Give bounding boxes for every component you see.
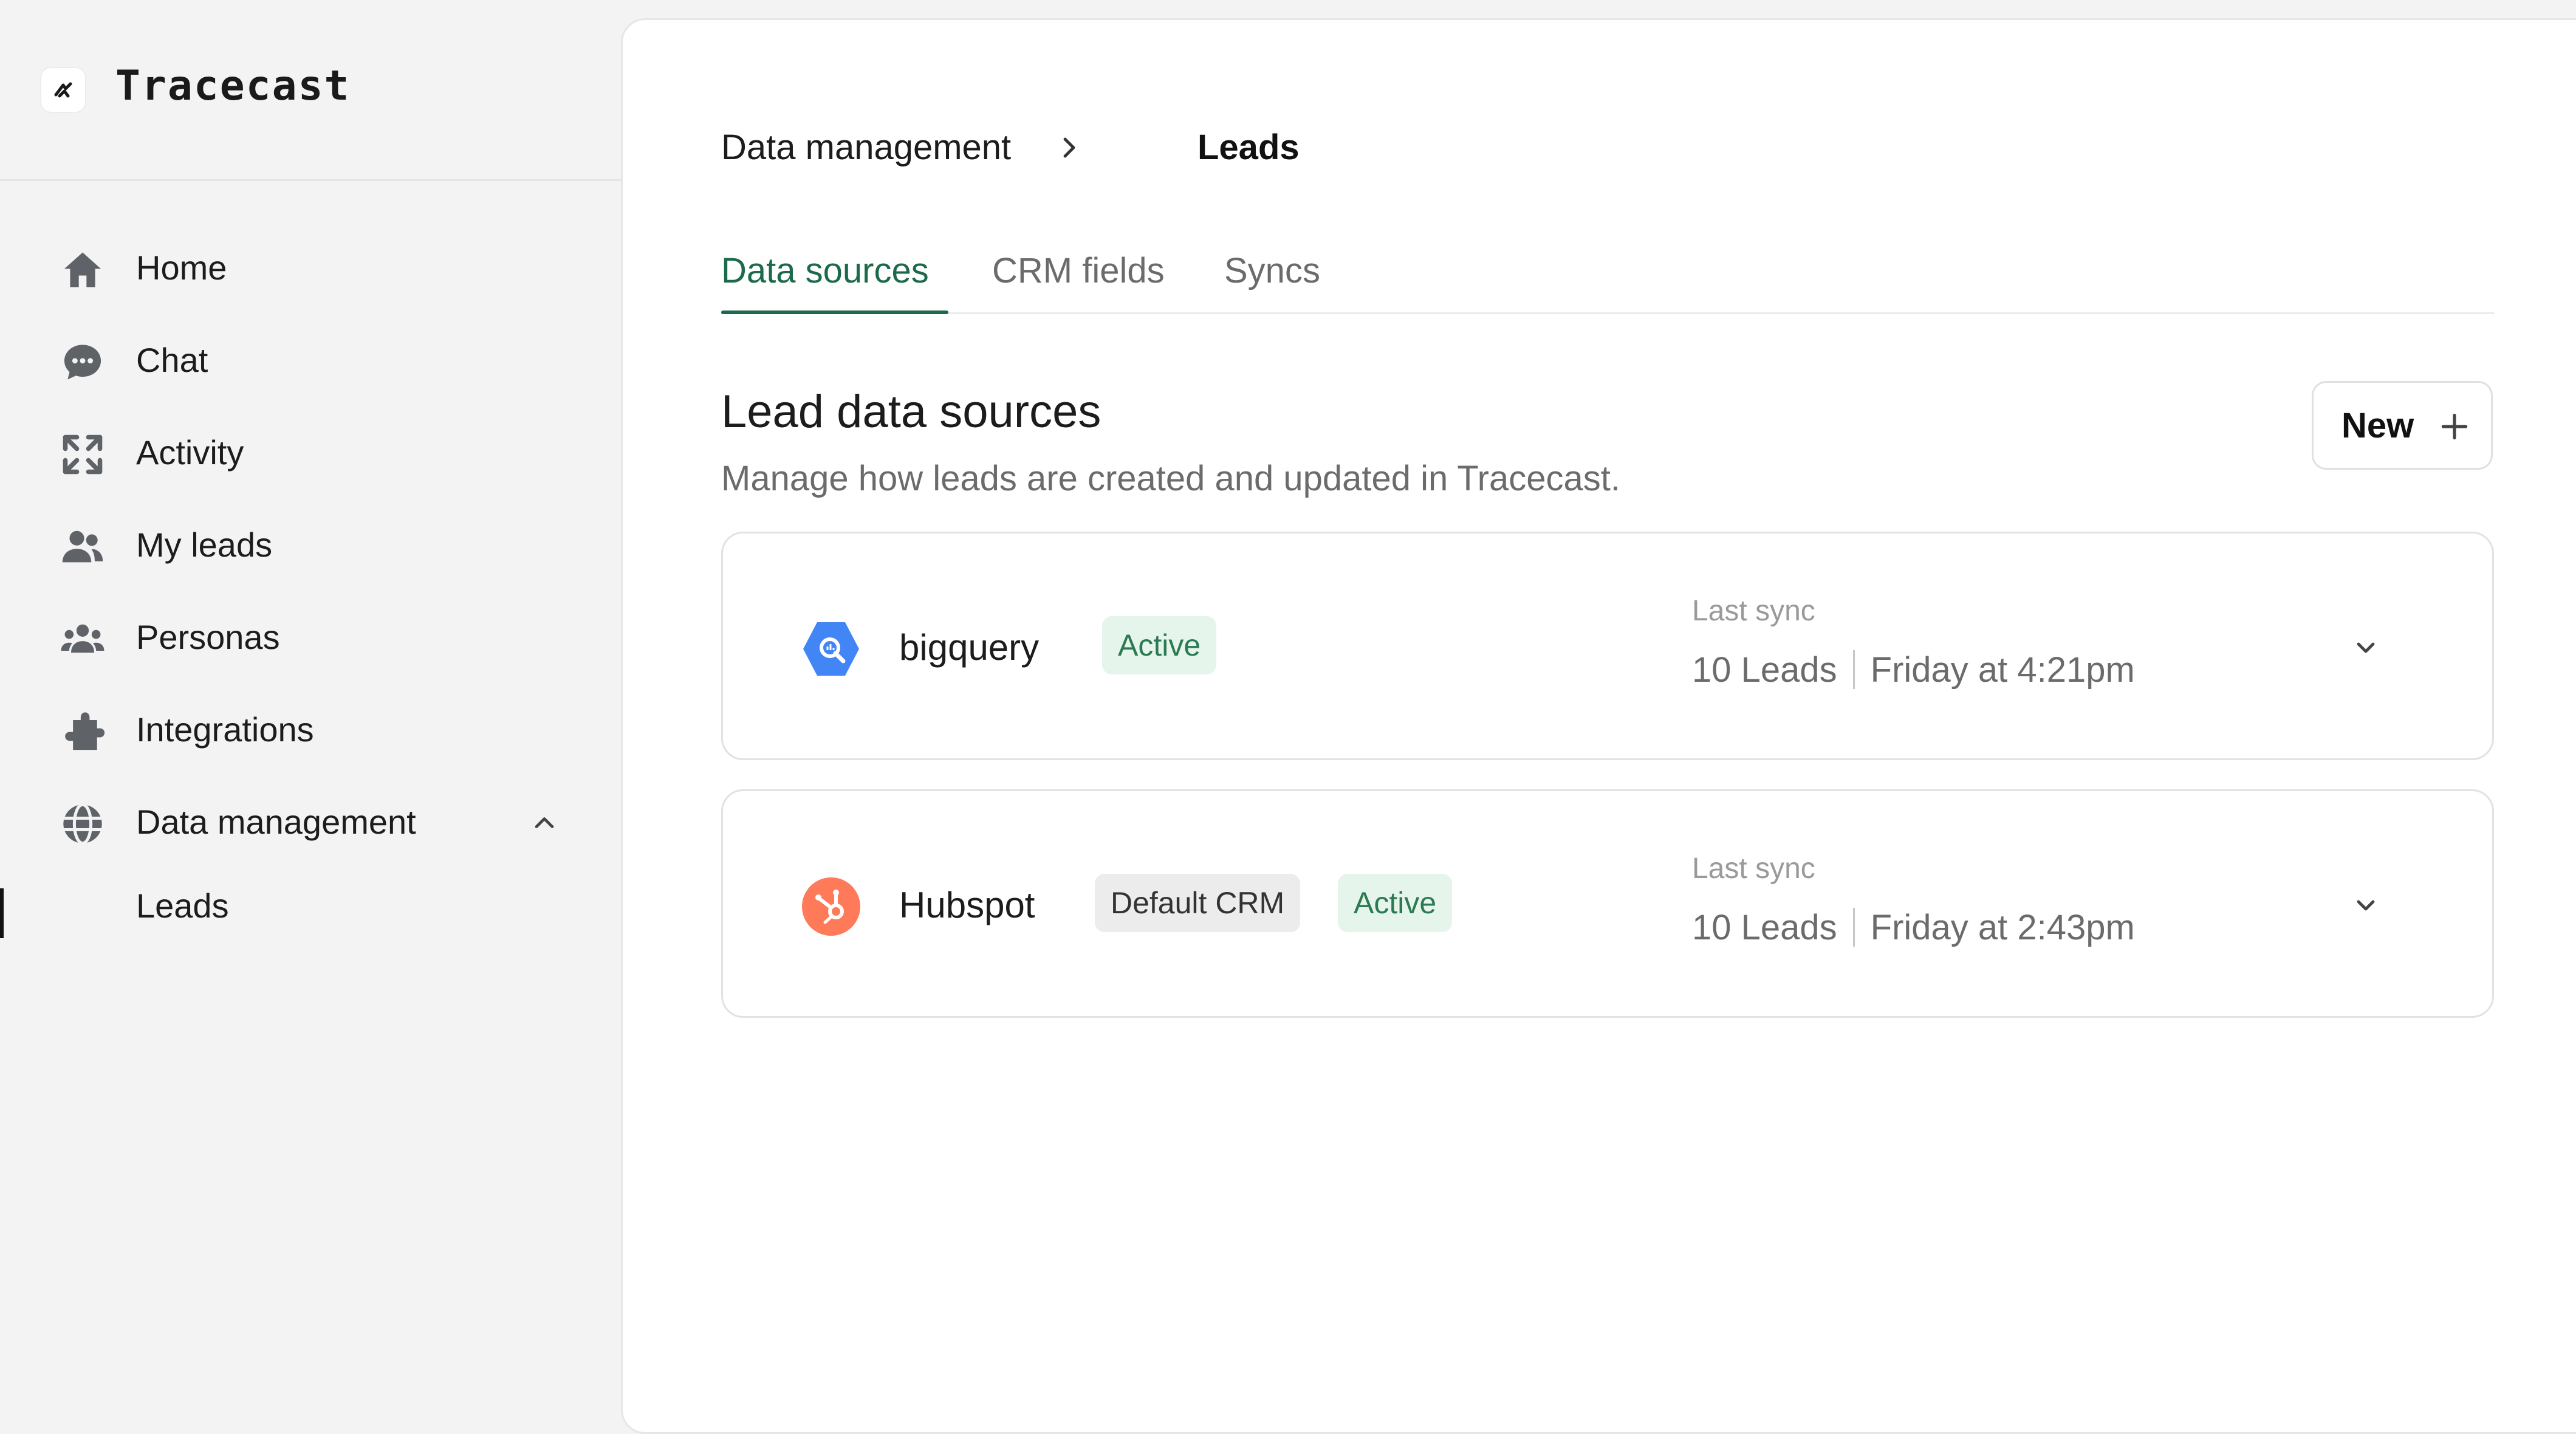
globe-icon [63,803,102,845]
bigquery-icon [803,622,859,676]
sidebar-item-label: Integrations [136,710,314,749]
sidebar: Tracecast Home Chat Activity My leads Pe… [0,0,621,1398]
sidebar-item-integrations[interactable]: Integrations [0,691,621,764]
chevron-up-icon[interactable] [529,807,560,839]
tab-data-sources[interactable]: Data sources [721,250,929,292]
status-badge: Active [1102,616,1217,674]
tab-syncs[interactable]: Syncs [1224,250,1320,292]
puzzle-icon [65,712,105,750]
sidebar-item-label: Data management [136,803,416,841]
sidebar-item-chat[interactable]: Chat [0,322,621,395]
brand-header: Tracecast [0,0,621,181]
source-card-hubspot[interactable]: Hubspot Default CRM Active Last sync 10 … [721,789,2494,1018]
users-icon [62,530,103,563]
sidebar-item-label: Chat [136,341,208,379]
last-sync-value: 10 Leads Friday at 4:21pm [1692,649,2135,691]
sidebar-item-personas[interactable]: Personas [0,599,621,672]
sidebar-item-label: Activity [136,433,244,472]
chevron-down-icon[interactable] [2351,633,2380,662]
source-name: bigquery [899,627,1040,668]
source-card-bigquery[interactable]: bigquery Active Last sync 10 Leads Friday… [721,532,2494,760]
section-subtitle: Manage how leads are created and updated… [721,459,1620,498]
personas-icon [61,624,104,653]
new-button-label: New [2341,406,2414,445]
activity-icon [63,434,103,475]
chat-icon [64,345,101,380]
active-indicator [0,888,4,938]
sidebar-item-label: Personas [136,618,280,656]
sidebar-item-activity[interactable]: Activity [0,414,621,487]
sidebar-item-leads[interactable]: Leads [0,870,621,943]
plus-icon [2441,413,2468,440]
breadcrumb-parent-link[interactable]: Data management [721,123,1011,172]
chevron-right-icon [1063,137,1075,158]
last-sync-count: 10 Leads [1692,908,1837,947]
tracecast-logo-icon [41,68,85,112]
divider [1852,908,1855,947]
last-sync-label: Last sync [1692,853,1815,885]
hubspot-icon [802,877,860,936]
new-source-button[interactable]: New [2312,381,2493,470]
tab-bar: Data sources CRM fields Syncs [721,227,2494,314]
last-sync-time: Friday at 2:43pm [1870,908,2135,947]
sidebar-item-label: Leads [136,887,229,925]
last-sync-value: 10 Leads Friday at 2:43pm [1692,907,2135,949]
sidebar-item-data-management[interactable]: Data management [0,784,621,857]
source-name: Hubspot [899,885,1035,925]
last-sync-count: 10 Leads [1692,650,1837,690]
sidebar-item-my-leads[interactable]: My leads [0,507,621,580]
default-crm-badge: Default CRM [1095,874,1301,932]
main-panel: Data management Leads Data sources CRM f… [621,18,2576,1434]
app-name: Tracecast [115,62,351,110]
active-tab-indicator [721,310,948,314]
section-title: Lead data sources [721,386,1101,437]
chevron-down-icon[interactable] [2351,891,2380,920]
last-sync-label: Last sync [1692,595,1815,627]
breadcrumb-current: Leads [1197,128,1300,167]
sidebar-item-home[interactable]: Home [0,230,621,303]
home-icon [64,252,101,287]
tab-crm-fields[interactable]: CRM fields [992,250,1165,292]
sidebar-item-label: Home [136,249,227,287]
sidebar-item-label: My leads [136,526,273,564]
status-badge: Active [1338,874,1453,932]
divider [1852,650,1855,689]
last-sync-time: Friday at 4:21pm [1870,650,2135,690]
